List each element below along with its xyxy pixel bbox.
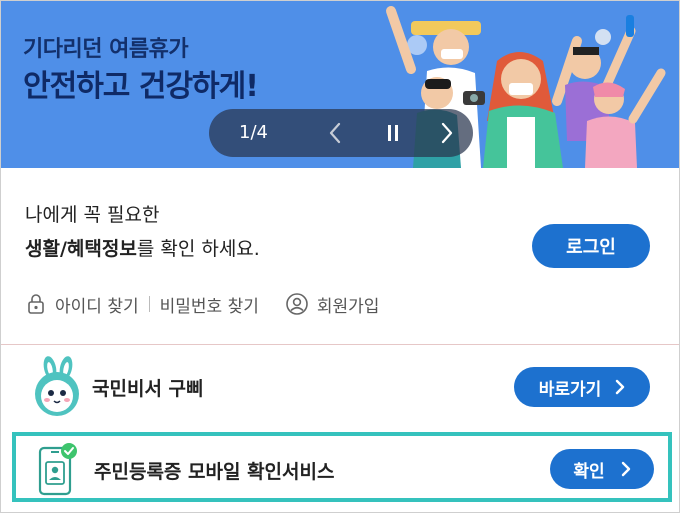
signup-link[interactable]: 회원가입 (285, 292, 380, 317)
mobile-id-service-row: 주민등록증 모바일 확인서비스 확인 (12, 432, 672, 502)
link-separator (148, 296, 150, 312)
rabbit-mascot-icon (35, 356, 79, 416)
go-secretary-button[interactable]: 바로가기 (514, 367, 650, 407)
section-divider (1, 344, 679, 345)
chevron-right-icon (621, 461, 631, 477)
login-message-line2: 생활/혜택정보를 확인 하세요. (25, 234, 260, 261)
next-slide-button[interactable] (433, 119, 461, 147)
confirm-button-label: 확인 (573, 461, 605, 482)
login-message-highlight: 생활/혜택정보 (25, 238, 137, 260)
go-button-label: 바로가기 (538, 379, 602, 400)
chevron-right-icon (615, 379, 625, 395)
banner-subtitle: 기다리던 여름휴가 (23, 37, 189, 62)
mobile-id-check-icon (38, 443, 77, 496)
user-icon (285, 292, 309, 316)
pause-slide-button[interactable] (379, 119, 407, 147)
pause-icon (388, 125, 398, 141)
find-id-label: 아이디 찾기 (55, 296, 139, 317)
prev-slide-button[interactable] (321, 119, 349, 147)
banner-title: 안전하고 건강하게! (23, 69, 259, 104)
banner-pager: 1/4 (209, 109, 473, 157)
pager-count: 1/4 (239, 122, 268, 143)
login-button[interactable]: 로그인 (532, 224, 650, 268)
find-password-label: 비밀번호 찾기 (159, 296, 259, 317)
login-message-rest: 를 확인 하세요. (136, 238, 260, 260)
promo-banner[interactable]: 기다리던 여름휴가 안전하고 건강하게! 1/4 (1, 1, 679, 168)
mobile-id-service-label: 주민등록증 모바일 확인서비스 (94, 461, 335, 483)
chevron-right-icon (441, 122, 453, 144)
login-message-line1: 나에게 꼭 필요한 (25, 204, 160, 226)
secretary-service-label: 국민비서 구삐 (92, 378, 204, 400)
lock-icon (25, 293, 47, 315)
signup-label: 회원가입 (316, 296, 380, 317)
chevron-left-icon (329, 122, 341, 144)
find-id-link[interactable]: 아이디 찾기 (25, 292, 139, 317)
account-links: 아이디 찾기 비밀번호 찾기 회원가입 (25, 288, 379, 320)
find-password-link[interactable]: 비밀번호 찾기 (160, 292, 259, 317)
confirm-mobile-id-button[interactable]: 확인 (550, 449, 654, 489)
